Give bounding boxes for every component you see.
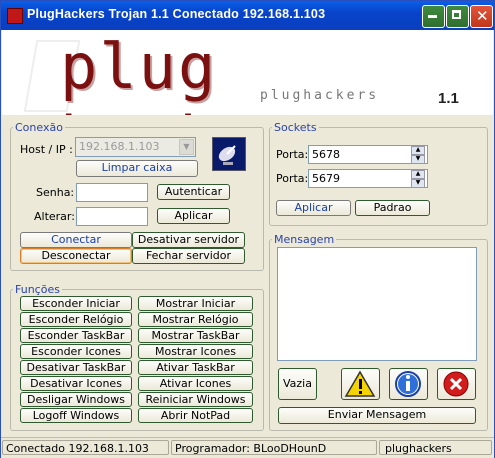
funcao-left-button[interactable]: Esconder Iniciar	[20, 296, 132, 311]
funcoes-legend: Funções	[15, 283, 60, 296]
title-bar[interactable]: PlugHackers Trojan 1.1 Conectado 192.168…	[1, 1, 494, 30]
mensagem-legend: Mensagem	[274, 233, 335, 246]
vazia-button[interactable]: Vazia	[278, 368, 317, 400]
maximize-button[interactable]	[446, 5, 469, 28]
funcao-left-button[interactable]: Esconder Relógio	[20, 312, 132, 327]
conectar-button[interactable]: Conectar	[20, 232, 132, 248]
funcao-left-button[interactable]: Esconder TaskBar	[20, 328, 132, 343]
banner: plug hackers plughackers 1.1	[2, 30, 493, 115]
funcao-left-button[interactable]: Desativar Icones	[20, 376, 132, 391]
status-connection: Conectado 192.168.1.103	[2, 440, 169, 455]
sockets-legend: Sockets	[274, 121, 317, 134]
funcao-right-button[interactable]: Mostrar TaskBar	[138, 328, 253, 343]
funcao-left-button[interactable]: Logoff Windows	[20, 408, 132, 423]
dropdown-arrow-icon[interactable]: ▼	[179, 139, 194, 155]
window-title: PlugHackers Trojan 1.1 Conectado 192.168…	[27, 7, 326, 21]
padrao-button[interactable]: Padrao	[355, 200, 430, 216]
funcao-right-button[interactable]: Abrir NotPad	[138, 408, 253, 423]
porta2-label: Porta:	[276, 172, 309, 185]
spin-up-icon[interactable]: ▲	[411, 170, 425, 179]
funcao-right-button[interactable]: Reiniciar Windows	[138, 392, 253, 407]
close-button[interactable]: ✕	[470, 5, 493, 28]
error-button[interactable]	[437, 368, 476, 400]
autenticar-button[interactable]: Autenticar	[157, 184, 230, 200]
spin-down-icon[interactable]: ▼	[411, 155, 425, 164]
sub-logo: plughackers	[260, 88, 380, 103]
status-site: plughackers	[379, 440, 492, 455]
host-combobox[interactable]: 192.168.1.103 ▼	[75, 137, 196, 157]
funcao-left-button[interactable]: Desligar Windows	[20, 392, 132, 407]
status-programmer: Programador: BLooDHounD	[171, 440, 377, 455]
mensagem-textarea[interactable]	[277, 247, 477, 361]
funcao-left-button[interactable]: Desativar TaskBar	[20, 360, 132, 375]
conexao-legend: Conexão	[15, 121, 63, 134]
funcao-right-button[interactable]: Mostrar Icones	[138, 344, 253, 359]
minimize-button[interactable]	[422, 5, 445, 28]
app-icon	[7, 8, 23, 24]
funcao-left-button[interactable]: Esconder Icones	[20, 344, 132, 359]
alterar-input[interactable]	[76, 207, 148, 226]
porta1-input[interactable]: 5678	[308, 145, 428, 164]
porta1-value: 5678	[312, 148, 340, 161]
warning-icon	[344, 370, 376, 397]
senha-label: Senha:	[36, 186, 75, 199]
porta2-value: 5679	[312, 172, 340, 185]
host-label: Host / IP :	[20, 143, 73, 156]
main-window: PlugHackers Trojan 1.1 Conectado 192.168…	[0, 0, 495, 458]
funcao-right-button[interactable]: Ativar TaskBar	[138, 360, 253, 375]
aplicar-senha-button[interactable]: Aplicar	[157, 208, 230, 224]
desativar-servidor-button[interactable]: Desativar servidor	[132, 232, 245, 248]
error-icon	[443, 371, 469, 397]
porta2-input[interactable]: 5679	[308, 169, 428, 188]
senha-input[interactable]	[76, 183, 148, 202]
status-bar: Conectado 192.168.1.103 Programador: BLo…	[1, 437, 494, 458]
desconectar-button[interactable]: Desconectar	[20, 248, 132, 264]
porta1-spinner[interactable]: ▲ ▼	[411, 146, 425, 164]
funcao-right-button[interactable]: Mostrar Relógio	[138, 312, 253, 327]
satellite-dish-icon	[212, 137, 246, 171]
info-button[interactable]	[389, 368, 428, 400]
version-label: 1.1	[438, 90, 459, 107]
info-icon	[395, 371, 421, 397]
alterar-label: Alterar:	[34, 210, 75, 223]
warning-button[interactable]	[341, 368, 380, 400]
funcao-right-button[interactable]: Mostrar Iniciar	[138, 296, 253, 311]
fechar-servidor-button[interactable]: Fechar servidor	[132, 248, 245, 264]
porta1-label: Porta:	[276, 148, 309, 161]
spin-down-icon[interactable]: ▼	[411, 179, 425, 188]
limpar-caixa-button[interactable]: Limpar caixa	[76, 160, 198, 177]
aplicar-portas-button[interactable]: Aplicar	[276, 200, 351, 216]
porta2-spinner[interactable]: ▲ ▼	[411, 170, 425, 188]
spin-up-icon[interactable]: ▲	[411, 146, 425, 155]
host-value: 192.168.1.103	[79, 140, 160, 153]
enviar-mensagem-button[interactable]: Enviar Mensagem	[278, 407, 476, 424]
funcao-right-button[interactable]: Ativar Icones	[138, 376, 253, 391]
